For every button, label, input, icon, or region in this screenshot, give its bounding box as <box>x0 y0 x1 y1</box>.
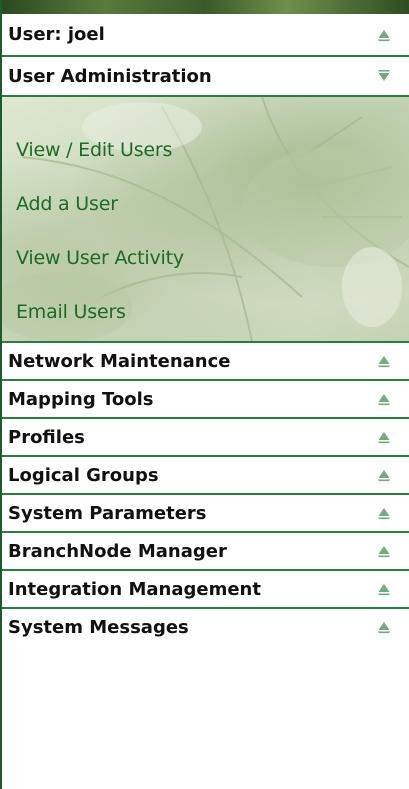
section-system-parameters[interactable]: System Parameters <box>2 493 409 531</box>
section-logical-groups[interactable]: Logical Groups <box>2 455 409 493</box>
triangle-up-icon[interactable] <box>375 542 393 560</box>
section-label: Integration Management <box>8 578 261 600</box>
user-administration-panel: View / Edit Users Add a User View User A… <box>2 95 409 341</box>
section-profiles[interactable]: Profiles <box>2 417 409 455</box>
list-item: View User Activity <box>16 231 409 285</box>
triangle-up-icon[interactable] <box>375 504 393 522</box>
triangle-down-icon[interactable] <box>375 67 393 85</box>
section-label: Profiles <box>8 426 85 448</box>
section-user-administration-label: User Administration <box>8 65 212 87</box>
triangle-up-icon[interactable] <box>375 466 393 484</box>
section-label: Network Maintenance <box>8 350 231 372</box>
user-administration-links: View / Edit Users Add a User View User A… <box>2 97 409 339</box>
triangle-up-icon[interactable] <box>375 26 393 44</box>
link-add-a-user[interactable]: Add a User <box>16 193 118 215</box>
triangle-up-icon[interactable] <box>375 580 393 598</box>
triangle-up-icon[interactable] <box>375 428 393 446</box>
section-branchnode-manager[interactable]: BranchNode Manager <box>2 531 409 569</box>
triangle-up-icon[interactable] <box>375 390 393 408</box>
section-mapping-tools[interactable]: Mapping Tools <box>2 379 409 417</box>
section-label: BranchNode Manager <box>8 540 227 562</box>
section-user-label: User: joel <box>8 24 105 45</box>
triangle-up-icon[interactable] <box>375 352 393 370</box>
section-system-messages[interactable]: System Messages <box>2 607 409 645</box>
section-label: Logical Groups <box>8 464 159 486</box>
link-email-users[interactable]: Email Users <box>16 301 126 323</box>
triangle-up-icon[interactable] <box>375 618 393 636</box>
section-network-maintenance[interactable]: Network Maintenance <box>2 341 409 379</box>
section-user-administration[interactable]: User Administration <box>2 55 409 95</box>
section-integration-management[interactable]: Integration Management <box>2 569 409 607</box>
list-item: View / Edit Users <box>16 123 409 177</box>
link-view-user-activity[interactable]: View User Activity <box>16 247 184 269</box>
section-label: Mapping Tools <box>8 388 154 410</box>
header-image-strip <box>2 0 409 14</box>
section-label: System Parameters <box>8 502 207 524</box>
link-view-edit-users[interactable]: View / Edit Users <box>16 139 172 161</box>
sidebar-menu: User: joel User Administration View / Ed… <box>0 0 409 789</box>
section-user[interactable]: User: joel <box>2 14 409 55</box>
list-item: Email Users <box>16 285 409 339</box>
list-item: Add a User <box>16 177 409 231</box>
section-label: System Messages <box>8 616 189 638</box>
